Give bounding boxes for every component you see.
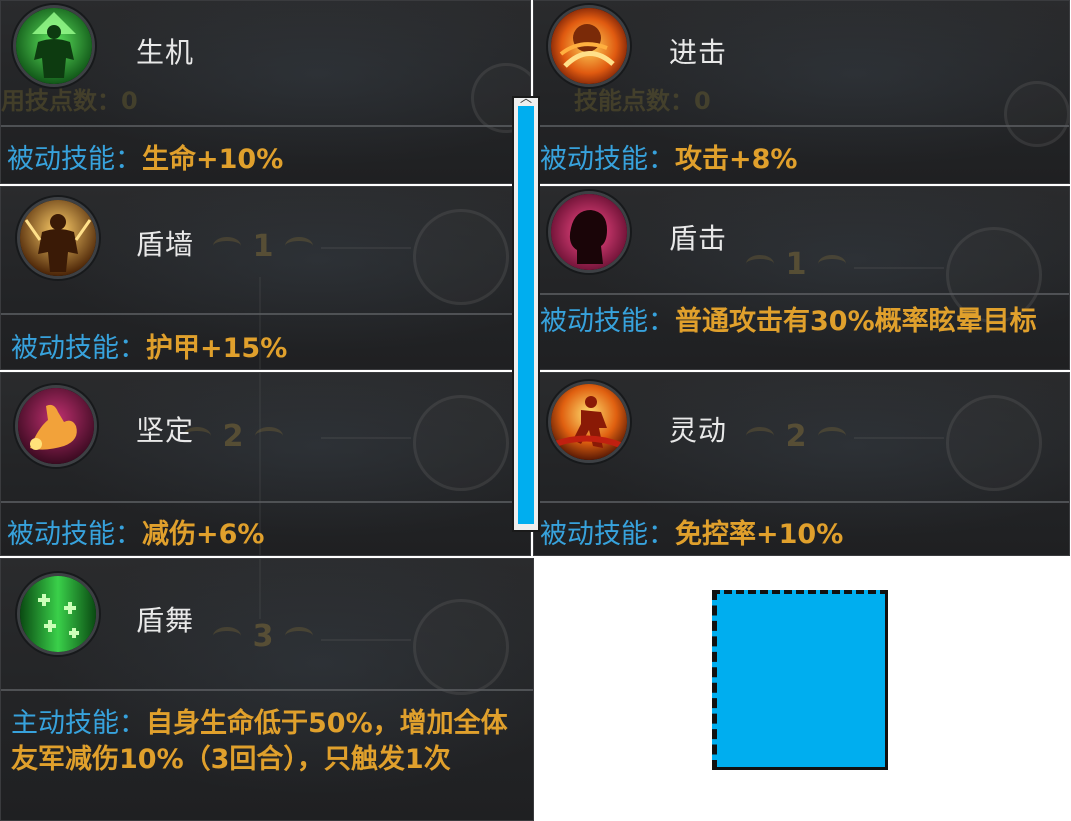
flexed-arm-icon	[15, 385, 97, 467]
skill-type-label: 被动技能：	[540, 144, 675, 175]
skill-description: 被动技能：普通攻击有30%概率眩晕目标	[540, 304, 1061, 340]
skill-name: 坚定	[136, 414, 195, 447]
bg-line	[321, 437, 411, 439]
skill-effect-text: 免控率+10%	[675, 519, 844, 550]
divider	[1, 313, 530, 315]
skill-description: 被动技能：生命+10%	[7, 142, 522, 178]
skill-description: 主动技能：自身生命低于50%，增加全体友军减伤10%（3回合），只触发1次	[11, 706, 523, 778]
bg-rank-badge: 1	[746, 245, 846, 283]
skill-type-label: 主动技能：	[11, 708, 146, 739]
golden-warrior-icon	[17, 197, 99, 279]
blue-placeholder-block	[712, 590, 888, 770]
scroll-up-arrow-icon[interactable]: ︿	[517, 92, 535, 104]
bg-line	[854, 437, 944, 439]
skill-card-lingdong[interactable]: 2 灵动 被动技能：免控率+10%	[533, 372, 1070, 556]
bg-ring	[413, 209, 509, 305]
flaming-fist-icon	[548, 5, 630, 87]
bg-line	[854, 267, 944, 269]
scrollbar-thumb[interactable]	[518, 106, 534, 524]
bg-rank-badge: 1	[213, 227, 313, 265]
skill-type-label: 被动技能：	[540, 519, 675, 550]
green-sparkle-icon	[17, 573, 99, 655]
skill-name: 盾墙	[136, 228, 195, 261]
divider	[1, 125, 530, 127]
skill-name: 进击	[669, 36, 728, 69]
bg-ring	[1004, 81, 1069, 147]
skill-description: 被动技能：攻击+8%	[540, 142, 1061, 178]
skill-effect-text: 攻击+8%	[675, 144, 798, 175]
skill-type-label: 被动技能：	[11, 333, 146, 364]
divider	[534, 501, 1069, 503]
bg-rank-badge: 3	[213, 617, 313, 655]
bg-ring	[946, 395, 1042, 491]
bg-ring	[413, 599, 509, 695]
skill-card-jinji[interactable]: 技能点数：0 进击 被动技能：攻击+8%	[533, 0, 1070, 184]
skill-card-jianding[interactable]: 2 坚定 被动技能：减伤+6%	[0, 372, 531, 556]
skill-card-shengji[interactable]: 用技点数：0 生机 被动技能：生命+10%	[0, 0, 531, 184]
skill-description: 被动技能：免控率+10%	[540, 517, 1061, 553]
skill-card-dunji[interactable]: 1 盾击 被动技能：普通攻击有30%概率眩晕目标	[533, 186, 1070, 370]
skill-type-label: 被动技能：	[7, 144, 142, 175]
skill-type-label: 被动技能：	[7, 519, 142, 550]
divider	[534, 293, 1069, 295]
skill-name: 盾舞	[136, 604, 195, 637]
skill-effect-text: 普通攻击有30%概率眩晕目标	[675, 306, 1037, 337]
bg-skill-points-text: 用技点数：0	[1, 87, 138, 115]
skill-card-dunqiang[interactable]: 1 盾墙 被动技能：护甲+15%	[0, 186, 531, 370]
bg-ring	[413, 395, 509, 491]
skill-description: 被动技能：护甲+15%	[11, 331, 522, 367]
green-muscle-figure-icon	[13, 5, 95, 87]
bg-line	[321, 247, 411, 249]
skill-name: 灵动	[669, 414, 728, 447]
skill-description: 被动技能：减伤+6%	[7, 517, 522, 553]
bg-rank-badge: 2	[183, 417, 283, 455]
pink-silhouette-head-icon	[548, 191, 630, 273]
divider	[1, 689, 533, 691]
dashing-figure-icon	[548, 381, 630, 463]
skill-effect-text: 生命+10%	[142, 144, 284, 175]
skill-name: 盾击	[669, 222, 728, 255]
divider	[534, 125, 1069, 127]
skill-effect-text: 护甲+15%	[146, 333, 288, 364]
vertical-scrollbar[interactable]: ︿	[512, 92, 540, 532]
bg-rank-badge: 2	[746, 417, 846, 455]
bg-line	[321, 639, 411, 641]
skill-effect-text: 减伤+6%	[142, 519, 265, 550]
skill-name: 生机	[136, 36, 195, 69]
skill-type-label: 被动技能：	[540, 306, 675, 337]
bg-vline	[259, 559, 261, 619]
skill-card-dunwu[interactable]: 3 盾舞 主动技能：自身生命低于50%，增加全体友军减伤10%（3回合），只触发…	[0, 558, 534, 821]
divider	[1, 501, 530, 503]
